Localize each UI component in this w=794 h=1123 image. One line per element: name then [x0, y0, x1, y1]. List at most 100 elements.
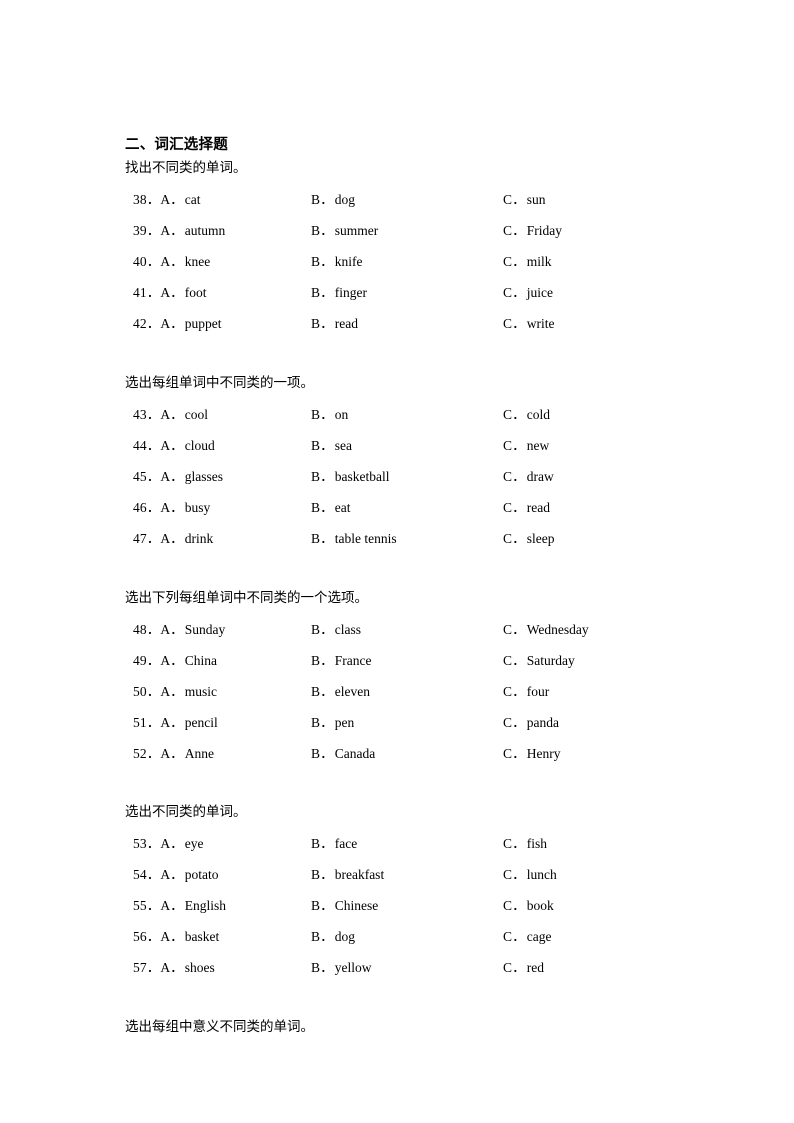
question-number: 51． [133, 715, 161, 730]
option-c-label: C． [503, 684, 526, 699]
option-c[interactable]: C．red [503, 952, 544, 983]
option-a-label: A． [160, 684, 184, 699]
option-c[interactable]: C．Saturday [503, 645, 575, 676]
option-b[interactable]: B．on [311, 399, 348, 430]
option-b[interactable]: B．eat [311, 492, 350, 523]
option-a-label: A． [160, 438, 184, 453]
option-c[interactable]: C．lunch [503, 859, 557, 890]
option-c[interactable]: C．book [503, 890, 554, 921]
option-b[interactable]: B．dog [311, 921, 355, 952]
option-c-label: C． [503, 531, 526, 546]
option-c-label: C． [503, 407, 526, 422]
option-a-value: cloud [184, 438, 215, 453]
option-b[interactable]: B．knife [311, 246, 362, 277]
option-c[interactable]: C．milk [503, 246, 551, 277]
option-c[interactable]: C．cage [503, 921, 551, 952]
option-c[interactable]: C．new [503, 430, 549, 461]
option-a[interactable]: 57．A．shoes [133, 952, 215, 983]
option-c[interactable]: C．read [503, 492, 550, 523]
option-a[interactable]: 40．A．knee [133, 246, 210, 277]
option-b[interactable]: B．face [311, 828, 357, 859]
option-c-value: Henry [526, 746, 561, 761]
option-a-label: A． [160, 469, 184, 484]
option-c-value: book [526, 898, 554, 913]
question-row: 45．A．glasses B．basketball C．draw [125, 461, 685, 492]
option-a[interactable]: 41．A．foot [133, 277, 207, 308]
option-b[interactable]: B．finger [311, 277, 367, 308]
option-c[interactable]: C．Friday [503, 215, 562, 246]
option-a-value: cat [184, 192, 201, 207]
option-a[interactable]: 54．A．potato [133, 859, 219, 890]
option-a[interactable]: 53．A．eye [133, 828, 204, 859]
option-a-label: A． [160, 715, 184, 730]
option-a[interactable]: 39．A．autumn [133, 215, 225, 246]
option-c-label: C． [503, 929, 526, 944]
option-c-label: C． [503, 438, 526, 453]
option-c[interactable]: C．draw [503, 461, 554, 492]
option-b-label: B． [311, 469, 334, 484]
option-a[interactable]: 46．A．busy [133, 492, 210, 523]
option-c[interactable]: C．juice [503, 277, 553, 308]
question-row: 41．A．foot B．finger C．juice [125, 277, 685, 308]
option-a[interactable]: 55．A．English [133, 890, 226, 921]
option-c[interactable]: C．four [503, 676, 549, 707]
option-b[interactable]: B．Chinese [311, 890, 378, 921]
option-a[interactable]: 45．A．glasses [133, 461, 223, 492]
option-b[interactable]: B．France [311, 645, 371, 676]
option-c[interactable]: C．Henry [503, 738, 560, 769]
option-b[interactable]: B．pen [311, 707, 354, 738]
option-a[interactable]: 42．A．puppet [133, 308, 222, 339]
option-c[interactable]: C．write [503, 308, 554, 339]
option-a-label: A． [160, 929, 184, 944]
option-b[interactable]: B．Canada [311, 738, 375, 769]
option-a[interactable]: 52．A．Anne [133, 738, 214, 769]
option-b[interactable]: B．breakfast [311, 859, 384, 890]
question-number: 57． [133, 960, 161, 975]
option-b-label: B． [311, 223, 334, 238]
option-c[interactable]: C．Wednesday [503, 614, 589, 645]
option-a-value: drink [184, 531, 214, 546]
question-row: 49．A．China B．France C．Saturday [125, 645, 685, 676]
option-b[interactable]: B．eleven [311, 676, 370, 707]
option-c[interactable]: C．fish [503, 828, 547, 859]
option-b-value: pen [334, 715, 355, 730]
option-c[interactable]: C．sun [503, 184, 545, 215]
option-b-value: face [334, 836, 358, 851]
option-c[interactable]: C．sleep [503, 523, 554, 554]
option-c[interactable]: C．cold [503, 399, 550, 430]
option-c-label: C． [503, 622, 526, 637]
option-a[interactable]: 50．A．music [133, 676, 217, 707]
option-a[interactable]: 43．A．cool [133, 399, 208, 430]
option-b-label: B． [311, 867, 334, 882]
question-row: 50．A．music B．eleven C．four [125, 676, 685, 707]
option-b[interactable]: B．table tennis [311, 523, 397, 554]
question-number: 56． [133, 929, 161, 944]
option-a[interactable]: 51．A．pencil [133, 707, 218, 738]
question-row: 56．A．basket B．dog C．cage [125, 921, 685, 952]
option-c-label: C． [503, 285, 526, 300]
option-b-value: basketball [334, 469, 390, 484]
option-a-value: China [184, 653, 218, 668]
option-a[interactable]: 49．A．China [133, 645, 217, 676]
option-b[interactable]: B．summer [311, 215, 378, 246]
option-b[interactable]: B．dog [311, 184, 355, 215]
option-a[interactable]: 48．A．Sunday [133, 614, 225, 645]
option-a[interactable]: 38．A．cat [133, 184, 201, 215]
question-row: 51．A．pencil B．pen C．panda [125, 707, 685, 738]
option-a[interactable]: 47．A．drink [133, 523, 213, 554]
option-c[interactable]: C．panda [503, 707, 559, 738]
option-a-value: English [184, 898, 227, 913]
option-c-value: draw [526, 469, 554, 484]
option-b[interactable]: B．sea [311, 430, 352, 461]
option-b-value: dog [334, 929, 355, 944]
option-b-value: yellow [334, 960, 372, 975]
option-b[interactable]: B．yellow [311, 952, 371, 983]
option-a[interactable]: 56．A．basket [133, 921, 219, 952]
option-a[interactable]: 44．A．cloud [133, 430, 215, 461]
option-b[interactable]: B．read [311, 308, 358, 339]
option-b[interactable]: B．class [311, 614, 361, 645]
option-c-label: C． [503, 192, 526, 207]
option-b-value: knife [334, 254, 363, 269]
option-b[interactable]: B．basketball [311, 461, 389, 492]
